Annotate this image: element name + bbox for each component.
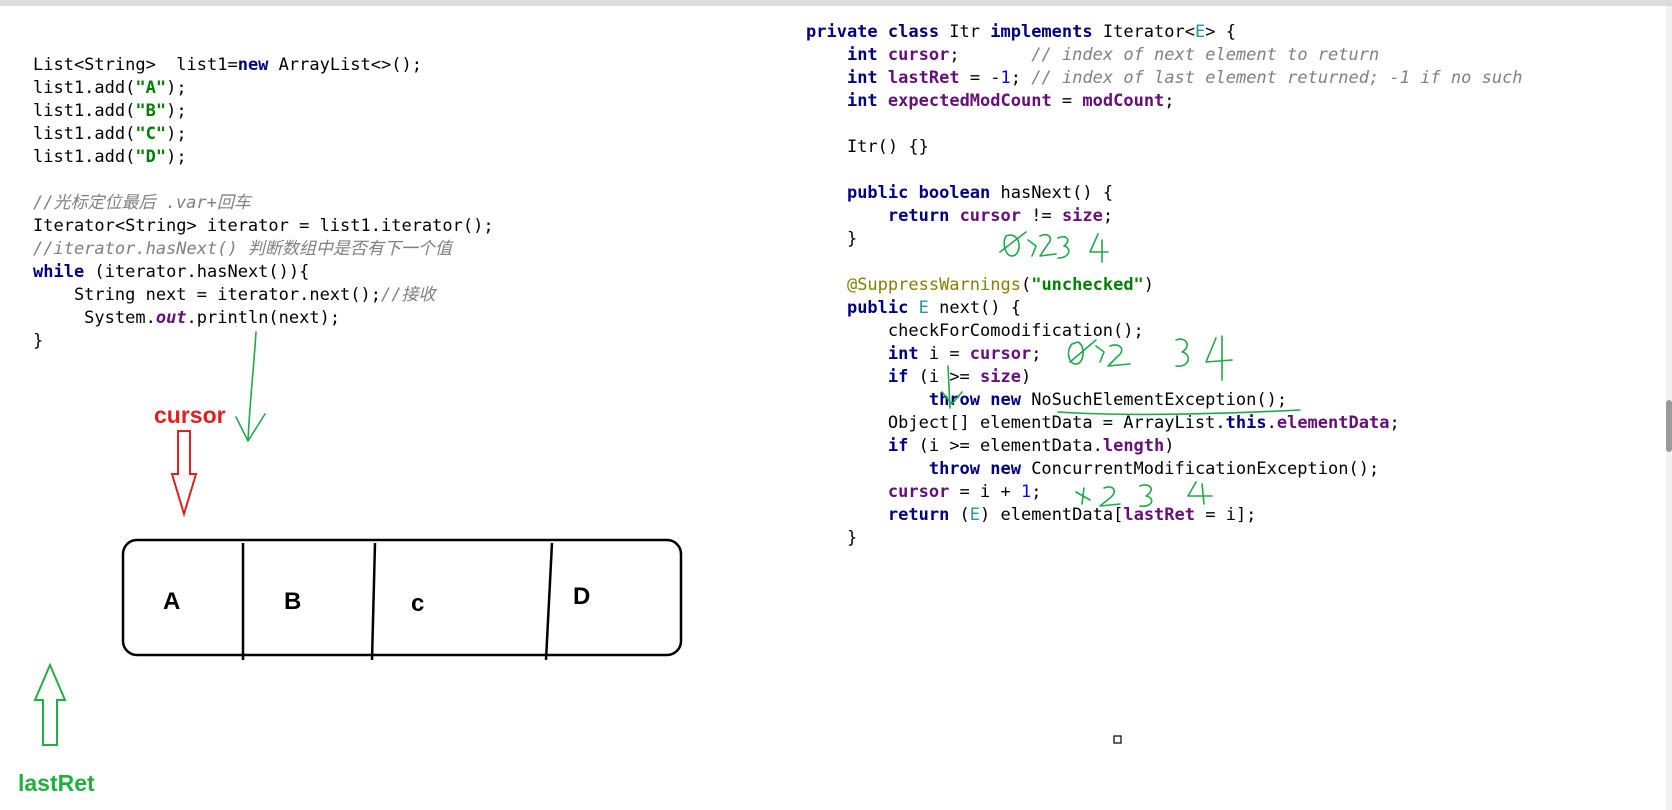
array-cell-b: B <box>284 588 302 615</box>
lastret-label: lastRet <box>18 770 95 796</box>
code-line: list1.add("D"); <box>33 147 187 167</box>
code-line: int cursor; // index of next element to … <box>846 45 1380 65</box>
code-line: if (i >= elementData.length) <box>887 436 1175 456</box>
hand-arrowhead-icon <box>235 413 266 442</box>
lastret-arrow-icon <box>33 662 67 746</box>
top-border <box>0 0 1672 6</box>
scrollbar-thumb[interactable] <box>1666 400 1672 452</box>
left-code-panel: List<String> list1=new ArrayList<>(); lis… <box>33 54 494 353</box>
array-divider <box>370 542 377 661</box>
code-line: list1.add("C"); <box>33 124 187 144</box>
code-line: int expectedModCount = modCount; <box>846 91 1175 111</box>
code-line: String next = iterator.next();//接收 <box>33 285 436 305</box>
code-line: int i = cursor; <box>887 344 1042 364</box>
code-line: cursor = i + 1; <box>887 482 1042 502</box>
small-square-marker <box>1113 735 1122 744</box>
code-line: System.out.println(next); <box>33 308 341 328</box>
code-line: List<String> list1=new ArrayList<>(); <box>33 55 422 75</box>
code-line: } <box>806 229 858 249</box>
code-comment: //光标定位最后 .var+回车 <box>33 193 251 213</box>
array-box <box>121 538 683 657</box>
code-line: Object[] elementData = ArrayList.this.el… <box>806 413 1400 433</box>
code-line: throw new NoSuchElementException(); <box>928 390 1288 410</box>
code-line: list1.add("A"); <box>33 78 187 98</box>
code-line: int lastRet = -1; // index of last eleme… <box>846 68 1523 88</box>
code-line: private class Itr implements Iterator<E>… <box>806 22 1236 42</box>
right-code-panel: private class Itr implements Iterator<E>… <box>806 21 1523 550</box>
code-line: if (i >= size) <box>887 367 1032 387</box>
code-line: return (E) elementData[lastRet = i]; <box>887 505 1257 525</box>
code-line: throw new ConcurrentModificationExceptio… <box>928 459 1380 479</box>
code-line: } <box>33 331 44 351</box>
array-cell-c: c <box>411 590 425 617</box>
code-line: checkForComodification(); <box>806 321 1144 341</box>
cursor-arrow-icon <box>170 430 198 518</box>
code-line: } <box>806 528 858 548</box>
code-line: public boolean hasNext() { <box>846 183 1114 203</box>
cursor-label: cursor <box>154 402 226 428</box>
array-cell-d: D <box>573 583 591 610</box>
code-line: Iterator<String> iterator = list1.iterat… <box>33 216 494 236</box>
code-line: list1.add("B"); <box>33 101 187 121</box>
array-divider <box>544 542 554 661</box>
code-line: @SuppressWarnings("unchecked") <box>846 275 1155 295</box>
code-line: Itr() {} <box>806 137 929 157</box>
array-cell-a: A <box>163 588 181 615</box>
code-line: public E next() { <box>846 298 1021 318</box>
code-comment: //iterator.hasNext() 判断数组中是否有下一个值 <box>33 239 452 259</box>
code-line: return cursor != size; <box>887 206 1114 226</box>
code-line: while (iterator.hasNext()){ <box>33 262 310 282</box>
